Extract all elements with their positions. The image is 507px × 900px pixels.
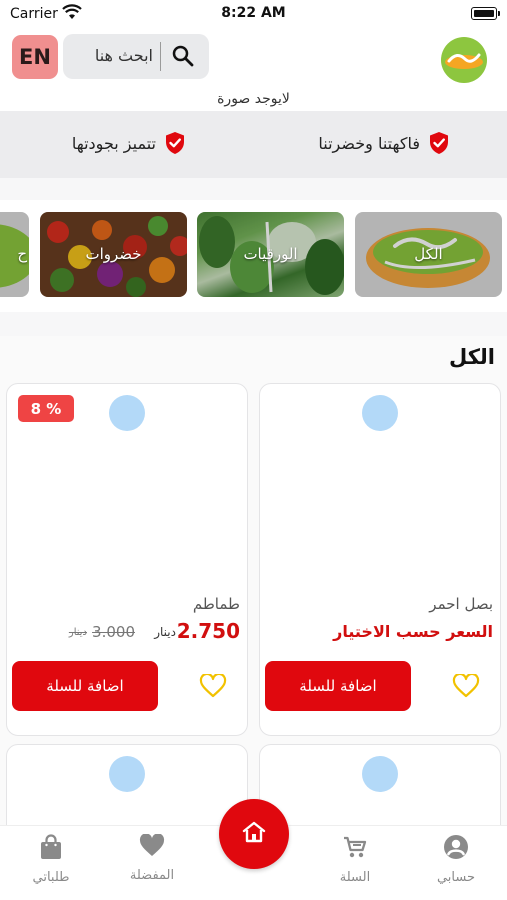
app-screen: Carrier 8:22 AM EN ابحث هنا لايوجد صورة …: [0, 0, 507, 900]
spacer: [0, 178, 507, 200]
feature-item: تتميز بجودتها: [72, 131, 186, 155]
no-image-text: لايوجد صورة: [217, 91, 290, 107]
feature-label: فاكهتنا وخضرتنا: [318, 133, 420, 153]
category-item-leafy[interactable]: الورقيات: [197, 212, 344, 297]
favorite-heart-icon[interactable]: [452, 672, 480, 702]
add-to-cart-button[interactable]: اضافة للسلة: [265, 661, 411, 711]
products-section: الكل بصل احمر السعر حسب الاختيار اضافة ل…: [0, 336, 507, 864]
favorite-heart-icon[interactable]: [199, 672, 227, 702]
heart-icon: [139, 833, 165, 862]
spacer: [0, 312, 507, 336]
language-toggle-button[interactable]: EN: [12, 35, 58, 79]
nav-label: طلباتي: [32, 870, 70, 885]
product-image-placeholder: [109, 756, 145, 792]
product-name: بصل احمر: [429, 595, 493, 613]
shield-check-icon: [164, 131, 186, 155]
search-divider: [160, 42, 161, 71]
nav-item-cart[interactable]: السلة: [315, 834, 395, 885]
feature-label: تتميز بجودتها: [71, 133, 156, 153]
category-item-all[interactable]: الكل: [355, 212, 502, 297]
nav-item-home[interactable]: [219, 799, 289, 869]
nav-item-orders[interactable]: طلباتي: [11, 834, 91, 885]
category-item-partial[interactable]: ح: [0, 212, 29, 297]
search-icon[interactable]: [171, 44, 195, 72]
shopping-bag-icon: [39, 834, 63, 864]
nav-label: المفضلة: [129, 868, 175, 883]
product-card[interactable]: بصل احمر السعر حسب الاختيار اضافة للسلة: [259, 383, 501, 736]
category-carousel[interactable]: الكل الورقيات خضروات ح: [0, 200, 507, 312]
category-label: الكل: [414, 245, 443, 263]
product-card[interactable]: 8 % طماطم 2.750 دينار 3.000 دينار اضافة …: [6, 383, 248, 736]
shield-check-icon: [428, 131, 450, 155]
category-label: الورقيات: [243, 245, 298, 263]
nav-item-account[interactable]: حسابي: [416, 834, 496, 885]
nav-label: حسابي: [436, 870, 476, 885]
old-price-currency: دينار: [68, 627, 87, 638]
product-price-text: السعر حسب الاختيار: [333, 622, 493, 641]
features-bar: فاكهتنا وخضرتنا تتميز بجودتها: [0, 111, 507, 178]
battery-icon: [471, 7, 500, 20]
category-label: خضروات: [85, 245, 142, 263]
nav-item-favorites[interactable]: المفضلة: [112, 833, 192, 883]
discount-badge: 8 %: [18, 395, 74, 422]
account-icon: [443, 835, 469, 864]
product-price: 2.750: [176, 619, 240, 643]
product-image-placeholder: [109, 395, 145, 431]
add-to-cart-button[interactable]: اضافة للسلة: [12, 661, 158, 711]
brand-logo: [441, 37, 487, 83]
cart-icon: [342, 836, 368, 864]
feature-item: فاكهتنا وخضرتنا: [318, 131, 450, 155]
price-currency: دينار: [154, 625, 176, 639]
product-name: طماطم: [192, 595, 240, 613]
category-item-vegetables[interactable]: خضروات: [40, 212, 187, 297]
clock: 8:22 AM: [221, 5, 286, 21]
status-bar: Carrier 8:22 AM: [0, 0, 507, 28]
nav-label: السلة: [339, 870, 371, 885]
search-input[interactable]: ابحث هنا: [63, 34, 209, 79]
old-price: 3.000: [92, 623, 135, 641]
home-icon: [241, 820, 267, 848]
product-image-placeholder: [362, 395, 398, 431]
section-title: الكل: [448, 345, 495, 369]
search-placeholder: ابحث هنا: [94, 46, 153, 65]
product-image-placeholder: [362, 756, 398, 792]
category-label: ح: [17, 245, 27, 263]
